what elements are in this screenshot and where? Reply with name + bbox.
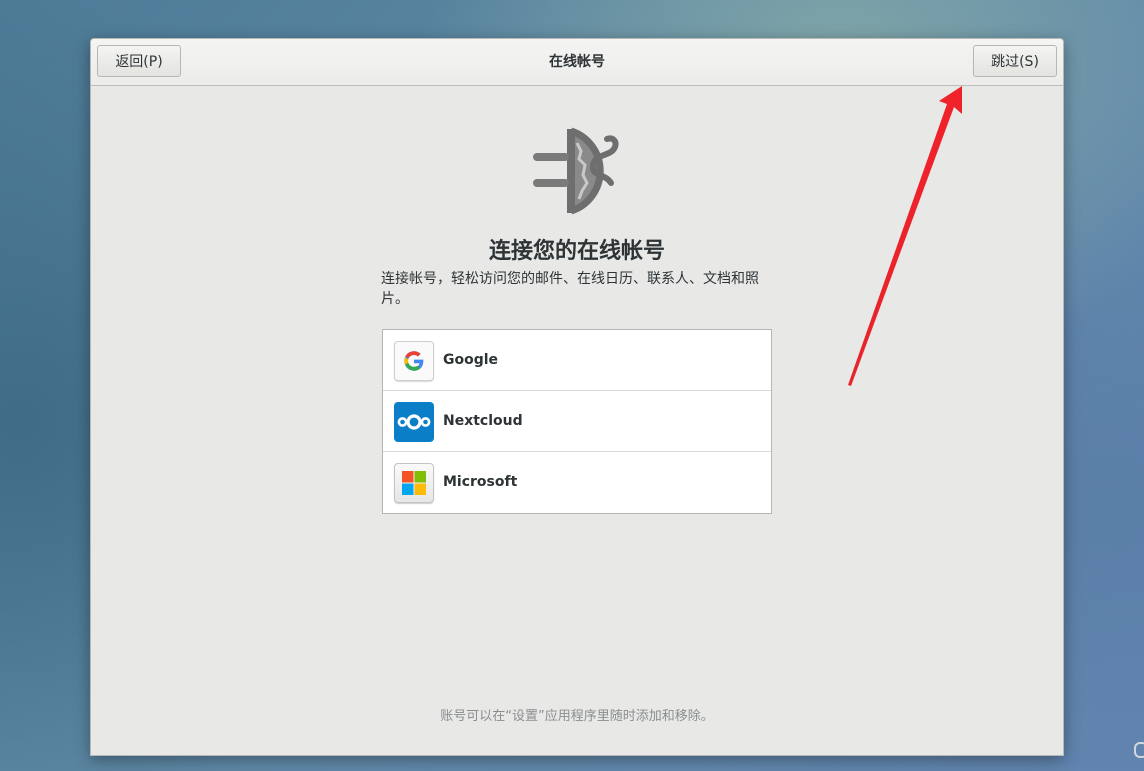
- provider-google-label: Google: [443, 352, 499, 368]
- provider-nextcloud[interactable]: Nextcloud: [383, 391, 771, 452]
- provider-microsoft-label: Microsoft: [443, 474, 518, 490]
- footer-note: 账号可以在“设置”应用程序里随时添加和移除。: [440, 709, 714, 724]
- provider-list: Google Nextcloud Microsoft: [382, 329, 772, 514]
- online-accounts-icon: [527, 125, 623, 215]
- page-heading: 连接您的在线帐号: [488, 239, 665, 264]
- skip-button[interactable]: 跳过(S): [973, 45, 1057, 77]
- google-icon: [394, 341, 434, 381]
- setup-window: 返回(P) 在线帐号 跳过(S) 连接您的在线帐号 连接帐号，轻松访问您的邮件、…: [90, 38, 1064, 756]
- window-title: 在线帐号: [549, 54, 605, 70]
- header-bar: 返回(P) 在线帐号 跳过(S): [91, 39, 1063, 86]
- microsoft-icon: [394, 463, 434, 503]
- nextcloud-icon: [394, 402, 434, 442]
- provider-nextcloud-label: Nextcloud: [443, 413, 523, 429]
- provider-microsoft[interactable]: Microsoft: [383, 452, 771, 513]
- corner-icon: [1134, 742, 1144, 758]
- page-description: 连接帐号，轻松访问您的邮件、在线日历、联系人、文档和照片。: [381, 271, 759, 307]
- provider-google[interactable]: Google: [383, 330, 771, 391]
